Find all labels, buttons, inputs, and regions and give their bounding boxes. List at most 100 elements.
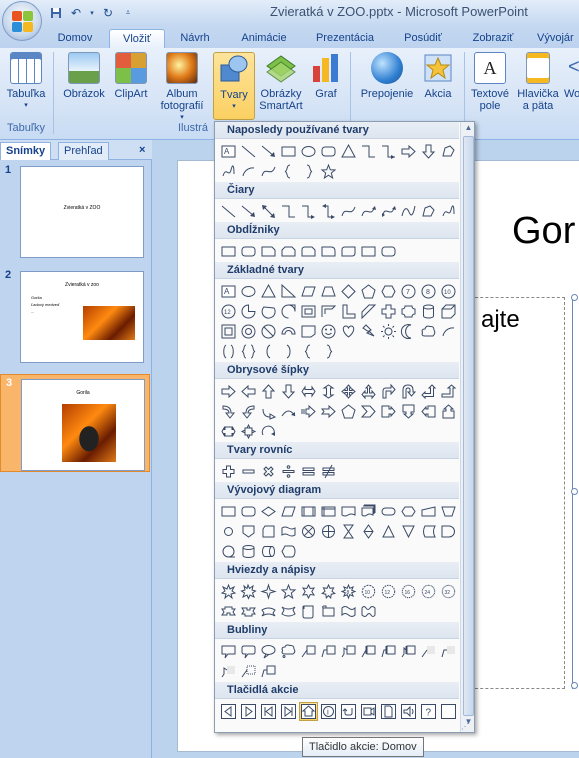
shape-plaque-icon[interactable] [399, 302, 418, 321]
shape-card-icon[interactable] [259, 522, 278, 541]
shapes-button[interactable]: Tvary ▾ [213, 52, 255, 120]
shape-star4-icon[interactable] [259, 582, 278, 601]
shape-connector-icon[interactable] [219, 522, 238, 541]
shape-rightarrow-icon[interactable] [219, 382, 238, 401]
shape-dbracket-icon[interactable] [219, 342, 238, 361]
close-icon[interactable]: × [134, 142, 150, 160]
shape-triangle-icon[interactable] [339, 142, 358, 161]
shape-curve2-icon[interactable] [399, 202, 418, 221]
shape-line2c-icon[interactable] [439, 642, 458, 661]
shape-punched-icon[interactable] [279, 522, 298, 541]
shape-ovalcallout-icon[interactable] [259, 642, 278, 661]
shape-snip2-icon[interactable] [279, 242, 298, 261]
gallery-scrollbar[interactable]: ▲ ▼ [460, 122, 474, 732]
clipart-button[interactable]: ClipArt [110, 52, 152, 100]
shape-halfframe-icon[interactable] [319, 302, 338, 321]
shape-rtriangle-icon[interactable] [279, 282, 298, 301]
shape-curvedr-icon[interactable] [219, 402, 238, 421]
content-placeholder[interactable] [470, 297, 565, 689]
shape-freeform-icon[interactable] [439, 142, 458, 161]
shape-begin-icon[interactable] [259, 702, 278, 721]
shape-star-icon[interactable] [319, 162, 338, 181]
shape-star12-icon[interactable]: 12 [379, 582, 398, 601]
shape-rightarrow-icon[interactable] [399, 142, 418, 161]
tab-domov[interactable]: Domov [52, 29, 98, 48]
shape-upcallout-icon[interactable] [439, 402, 458, 421]
picture-button[interactable]: Obrázok [60, 52, 108, 100]
redo-icon[interactable]: ↻ [100, 5, 116, 21]
shape-snipround-icon[interactable] [299, 242, 318, 261]
shape-hscroll-icon[interactable] [319, 602, 338, 621]
shape-quadcallout-icon[interactable] [239, 422, 258, 441]
shape-extract-icon[interactable] [379, 522, 398, 541]
shape-ribbonup-icon[interactable] [219, 602, 238, 621]
shape-downarrow-icon[interactable] [419, 142, 438, 161]
shape-doublearrow-icon[interactable] [259, 202, 278, 221]
shape-magdisk-icon[interactable] [239, 542, 258, 561]
shape-notequal-icon[interactable] [319, 462, 338, 481]
shape-lrcallout-icon[interactable] [219, 422, 238, 441]
shape-curvedouble-icon[interactable] [379, 202, 398, 221]
shape-back-icon[interactable] [219, 702, 238, 721]
shape-burst1-icon[interactable] [219, 582, 238, 601]
shape-blockarc-icon[interactable] [279, 322, 298, 341]
shape-process-icon[interactable] [219, 502, 238, 521]
shape-leftarrow-icon[interactable] [239, 382, 258, 401]
shape-leftup-icon[interactable] [419, 382, 438, 401]
shape-vscroll-icon[interactable] [299, 602, 318, 621]
shape-forward-icon[interactable] [239, 702, 258, 721]
shape-lrup-icon[interactable] [359, 382, 378, 401]
shape-document-icon[interactable] [339, 502, 358, 521]
shape-lbracket-icon[interactable] [259, 342, 278, 361]
shape-offpage-icon[interactable] [239, 522, 258, 541]
shape-downarrow-icon[interactable] [279, 382, 298, 401]
shape-elbow-icon[interactable] [359, 142, 378, 161]
shape-curvearrow-icon[interactable] [359, 202, 378, 221]
shape-or-icon[interactable] [319, 522, 338, 541]
tab-snimky[interactable]: Snímky [0, 142, 52, 160]
shape-cloudcallout-icon[interactable] [279, 642, 298, 661]
shape-data-icon[interactable] [279, 502, 298, 521]
tab-zobrazit[interactable]: Zobraziť [464, 29, 522, 48]
office-button[interactable] [2, 1, 42, 41]
scroll-up-icon[interactable]: ▲ [463, 123, 474, 134]
table-button[interactable]: Tabuľka ▾ [4, 52, 48, 112]
shape-line3-icon[interactable] [339, 642, 358, 661]
shape-lrarrow-icon[interactable] [299, 382, 318, 401]
resize-grip-icon[interactable]: ⋰ [461, 722, 473, 732]
shape-rounded-icon[interactable] [239, 242, 258, 261]
shape-cross-icon[interactable] [379, 302, 398, 321]
shape-arc-icon[interactable] [439, 322, 458, 341]
shape-internal-icon[interactable] [319, 502, 338, 521]
shape-line3b-icon[interactable] [399, 642, 418, 661]
shape-line-icon[interactable] [239, 142, 258, 161]
shape-pentagon-icon[interactable] [339, 402, 358, 421]
resize-handle[interactable] [571, 682, 578, 689]
shape-line2-icon[interactable] [319, 642, 338, 661]
shape-info-icon[interactable]: i [319, 702, 338, 721]
shape-donut-icon[interactable] [239, 322, 258, 341]
shape-predefined-icon[interactable] [299, 502, 318, 521]
shape-diagstripe-icon[interactable] [359, 302, 378, 321]
shape-downcallout-icon[interactable] [399, 402, 418, 421]
wordart-button[interactable]: < Wo [564, 52, 579, 100]
shape-manualinput-icon[interactable] [419, 502, 438, 521]
shape-rect-icon[interactable] [279, 142, 298, 161]
shape-sun-icon[interactable] [379, 322, 398, 341]
shape-bevel-icon[interactable] [219, 322, 238, 341]
shape-textbox-icon[interactable]: A [219, 142, 238, 161]
shape-prep-icon[interactable] [399, 502, 418, 521]
shape-lightning-icon[interactable] [359, 322, 378, 341]
shape-delay-icon[interactable] [439, 522, 458, 541]
shape-equal-icon[interactable] [299, 462, 318, 481]
shape-striped-icon[interactable] [299, 402, 318, 421]
shape-quadarrow-icon[interactable] [339, 382, 358, 401]
customize-icon[interactable]: ⩡ [120, 5, 136, 21]
shape-rbrace-icon[interactable] [299, 162, 318, 181]
shape-line2d-icon[interactable] [259, 662, 278, 681]
shape-roundcallout-icon[interactable] [239, 642, 258, 661]
shape-rect-icon[interactable] [359, 242, 378, 261]
shape-snip1-icon[interactable] [259, 242, 278, 261]
shape-cloud-icon[interactable] [419, 322, 438, 341]
shape-home-icon[interactable] [299, 702, 318, 721]
